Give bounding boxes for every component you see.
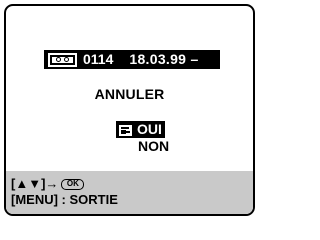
- select-guide-text: [▲▼]→: [11, 176, 59, 191]
- frame-info-bar: 0114 18.03.99 –: [44, 50, 220, 69]
- exit-guide: [MENU] : SORTIE: [11, 192, 253, 208]
- option-non[interactable]: NON: [138, 138, 169, 154]
- frame-date: 18.03.99 –: [129, 51, 199, 67]
- frame-number: 0114: [83, 51, 114, 67]
- tape-cassette-icon: [48, 52, 77, 67]
- dialog-title: ANNULER: [94, 86, 165, 102]
- camera-lcd-screen: 0114 18.03.99 – ANNULER OUI NON [▲▼]→ OK…: [4, 4, 255, 216]
- option-oui[interactable]: OUI: [116, 121, 165, 138]
- option-oui-label: OUI: [137, 121, 162, 137]
- option-non-label: NON: [138, 138, 170, 154]
- pointing-hand-icon: [119, 124, 133, 136]
- select-guide: [▲▼]→ OK: [11, 176, 253, 192]
- button-guide: [▲▼]→ OK [MENU] : SORTIE: [6, 171, 253, 214]
- exit-guide-text: [MENU] : SORTIE: [11, 192, 118, 207]
- ok-button-icon: OK: [61, 178, 85, 190]
